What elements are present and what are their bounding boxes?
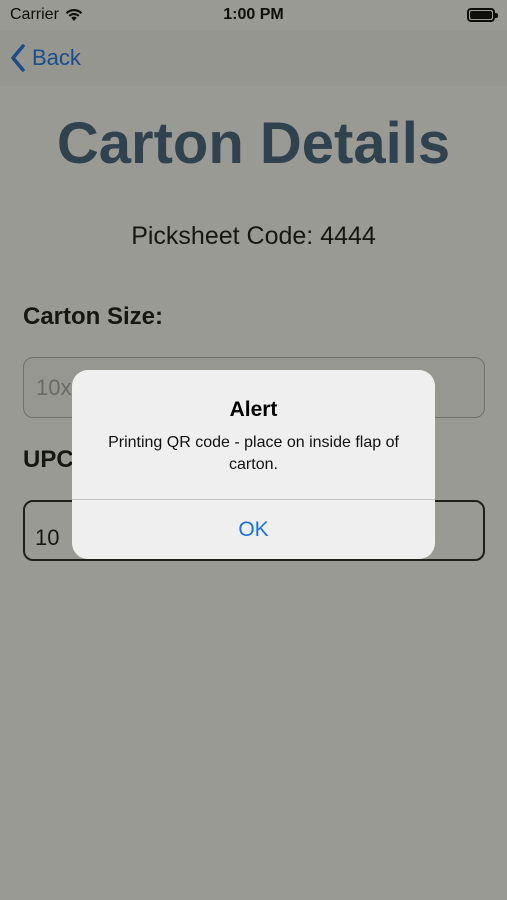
alert-message: Printing QR code - place on inside flap … (108, 434, 399, 473)
alert-dialog: Alert Printing QR code - place on inside… (72, 370, 435, 559)
alert-title: Alert (229, 398, 278, 421)
alert-ok-button[interactable]: OK (72, 500, 435, 559)
